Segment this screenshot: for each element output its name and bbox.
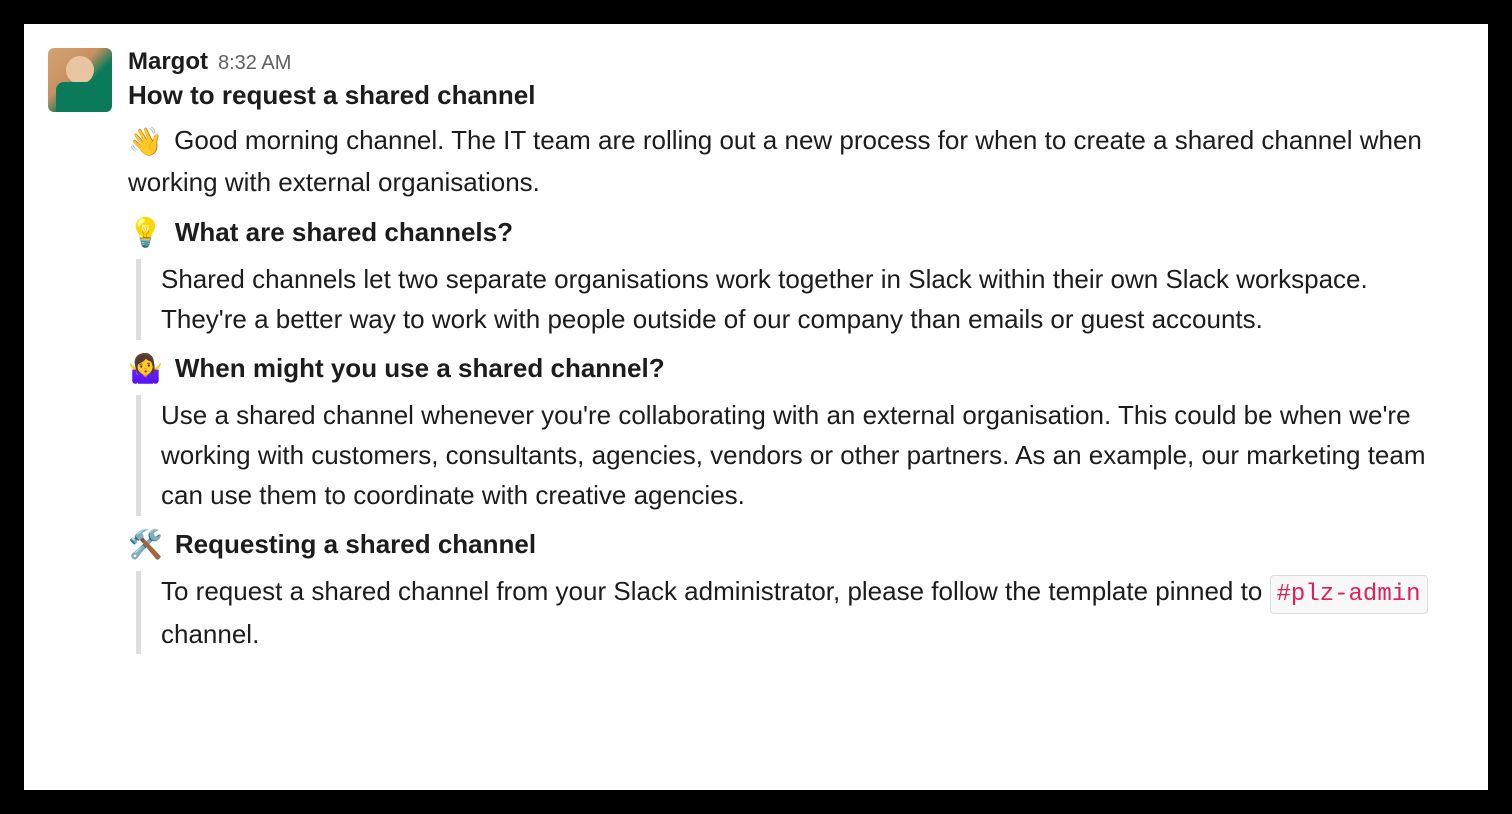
intro-text: Good morning channel. The IT team are ro… bbox=[128, 125, 1422, 197]
section-header: 🛠️ Requesting a shared channel bbox=[128, 528, 1448, 561]
section-header: 💡 What are shared channels? bbox=[128, 216, 1448, 249]
section-what-are-shared-channels: 💡 What are shared channels? Shared chann… bbox=[128, 216, 1448, 340]
wave-emoji: 👋 bbox=[128, 126, 163, 157]
message-content: Margot 8:32 AM How to request a shared c… bbox=[128, 48, 1448, 766]
timestamp[interactable]: 8:32 AM bbox=[218, 52, 291, 75]
section-header: 🤷‍♀️ When might you use a shared channel… bbox=[128, 352, 1448, 385]
bulb-emoji-icon: 💡 bbox=[128, 216, 163, 249]
message-header: Margot 8:32 AM bbox=[128, 48, 1448, 76]
section-when-use-shared-channel: 🤷‍♀️ When might you use a shared channel… bbox=[128, 352, 1448, 516]
body-prefix: To request a shared channel from your Sl… bbox=[161, 576, 1270, 606]
message-title: How to request a shared channel bbox=[128, 80, 1448, 111]
channel-mention[interactable]: #plz-admin bbox=[1270, 575, 1428, 614]
section-title: When might you use a shared channel? bbox=[175, 353, 665, 384]
message-intro: 👋 Good morning channel. The IT team are … bbox=[128, 121, 1448, 202]
tools-emoji-icon: 🛠️ bbox=[128, 528, 163, 561]
section-title: What are shared channels? bbox=[175, 217, 513, 248]
body-suffix: channel. bbox=[161, 619, 259, 649]
slack-message: Margot 8:32 AM How to request a shared c… bbox=[24, 24, 1488, 790]
user-avatar[interactable] bbox=[48, 48, 112, 112]
section-body: To request a shared channel from your Sl… bbox=[136, 571, 1448, 654]
section-requesting-shared-channel: 🛠️ Requesting a shared channel To reques… bbox=[128, 528, 1448, 654]
username[interactable]: Margot bbox=[128, 48, 208, 76]
shrug-emoji-icon: 🤷‍♀️ bbox=[128, 352, 163, 385]
section-body: Use a shared channel whenever you're col… bbox=[136, 395, 1448, 516]
section-title: Requesting a shared channel bbox=[175, 529, 536, 560]
section-body: Shared channels let two separate organis… bbox=[136, 259, 1448, 340]
